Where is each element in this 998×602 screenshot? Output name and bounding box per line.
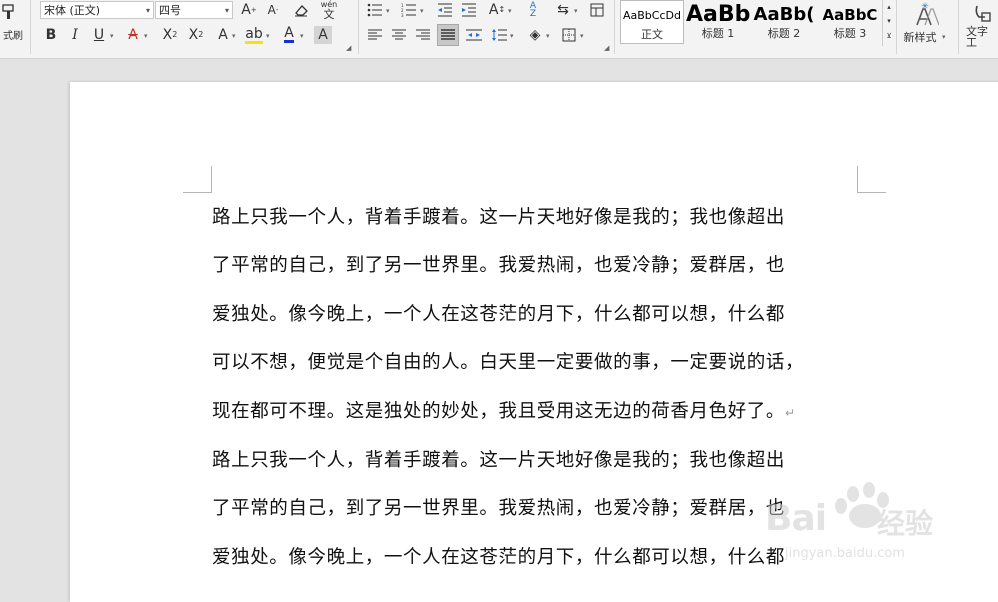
font-size-select[interactable]: 四号 ▾ — [155, 1, 233, 19]
style-normal[interactable]: AaBbCcDd 正文 — [620, 0, 684, 44]
text-line-with-mark[interactable]: 现在都可不理。这是独处的妙处，我且受用这无边的荷香月色好了。↵ — [212, 400, 796, 425]
borders-icon[interactable] — [560, 26, 578, 44]
superscript-icon[interactable]: X2 — [160, 26, 180, 44]
underline-icon[interactable]: U — [90, 26, 108, 44]
chevron-down-icon[interactable]: ▾ — [266, 32, 270, 40]
text-line[interactable]: 现在都可不理。这是独处的妙处，我且受用这无边的荷香月色好了。 — [212, 401, 785, 422]
chevron-down-icon[interactable]: ▾ — [510, 32, 514, 40]
show-marks-icon[interactable] — [588, 1, 606, 19]
chevron-down-icon[interactable]: ▾ — [386, 7, 390, 15]
chevron-down-icon[interactable]: ▾ — [300, 32, 304, 40]
subscript-icon[interactable]: X2 — [186, 26, 206, 44]
line-spacing-icon[interactable] — [490, 26, 508, 44]
style-heading-2[interactable]: AaBb( 标题 2 — [752, 0, 816, 44]
dialog-launcher-icon[interactable]: ◢ — [604, 44, 609, 52]
separator — [30, 0, 31, 54]
font-name-select[interactable]: 宋体 (正文) ▾ — [40, 1, 154, 19]
styles-gallery: AaBbCcDd 正文 AaBb 标题 1 AaBb( 标题 2 AaBbC 标… — [620, 0, 882, 46]
new-style-label[interactable]: 新样式 — [900, 30, 940, 44]
crop-mark-right — [857, 166, 886, 193]
grow-font-icon[interactable]: A + — [240, 1, 258, 19]
separator — [958, 0, 959, 54]
align-center-icon[interactable] — [390, 26, 408, 44]
format-painter-icon[interactable] — [0, 2, 18, 22]
svg-text:3: 3 — [401, 13, 404, 17]
char-shading-icon[interactable]: A — [314, 26, 332, 44]
paragraph-mark-icon: ↵ — [785, 406, 796, 420]
chevron-down-icon[interactable]: ▾ — [110, 32, 114, 40]
crop-mark-left — [183, 166, 212, 193]
watermark-cn: 经验 — [877, 507, 934, 540]
text-line[interactable]: 了平常的自己，到了另一世界里。我爱热闹，也爱冷静；爱群居，也 — [212, 497, 785, 521]
bullet-list-icon[interactable] — [366, 1, 384, 19]
style-heading-3[interactable]: AaBbC 标题 3 — [818, 0, 882, 44]
text-line[interactable]: 路上只我一个人，背着手踱着。这一片天地好像是我的；我也像超出 — [212, 449, 785, 473]
style-preview: AaBb — [686, 2, 750, 27]
font-name-value: 宋体 (正文) — [44, 4, 101, 17]
justify-icon[interactable] — [437, 24, 459, 46]
numbered-list-icon[interactable]: 123 — [400, 1, 418, 19]
watermark-sub: jingyan.baidu.com — [785, 546, 905, 561]
text-line[interactable]: 路上只我一个人，背着手踱着。这一片天地好像是我的；我也像超出 — [212, 206, 785, 230]
phonetic-guide-icon[interactable]: wén 文 — [318, 0, 340, 20]
shading-icon[interactable]: ◈ — [526, 26, 544, 44]
text-effect-icon[interactable]: A — [214, 26, 232, 44]
italic-icon[interactable]: I — [66, 26, 84, 44]
chevron-down-icon: ▾ — [224, 6, 229, 15]
align-right-icon[interactable] — [414, 26, 432, 44]
align-left-icon[interactable] — [366, 26, 384, 44]
font-color-icon[interactable]: A — [280, 26, 298, 44]
separator — [896, 0, 897, 54]
ribbon-toolbar: 式刷 宋体 (正文) ▾ 四号 ▾ A + A- wén 文 B I U ▾ A … — [0, 0, 998, 59]
chevron-down-icon[interactable]: ▾ — [580, 32, 584, 40]
separator — [358, 0, 359, 54]
text-line[interactable]: 了平常的自己，到了另一世界里。我爱热闹，也爱冷静；爱群居，也 — [212, 254, 785, 278]
shrink-font-icon[interactable]: A- — [264, 1, 282, 19]
separator — [614, 0, 615, 54]
dialog-launcher-icon[interactable]: ◢ — [346, 44, 351, 52]
style-preview: AaBbC — [822, 6, 878, 24]
style-preview: AaBb( — [753, 4, 815, 25]
bold-icon[interactable]: B — [42, 26, 60, 44]
watermark-brand: Bai — [765, 498, 827, 539]
watermark: Bai 经验 jingyan.baidu.com — [765, 480, 995, 580]
style-name: 标题 3 — [833, 27, 867, 40]
chevron-down-icon[interactable]: ▾ — [144, 32, 148, 40]
chevron-down-icon: ▾ — [145, 6, 150, 15]
chevron-down-icon[interactable]: ▾ — [420, 7, 424, 15]
chevron-down-icon[interactable]: ▾ — [574, 7, 578, 15]
text-direction-icon[interactable]: A ↕ — [488, 1, 506, 19]
more-styles-icon[interactable]: ⊻ — [884, 30, 894, 42]
text-tool-label[interactable]: 文字工 — [966, 26, 998, 48]
increase-indent-icon[interactable] — [460, 1, 478, 19]
style-name: 标题 1 — [701, 27, 735, 40]
font-size-value: 四号 — [159, 4, 181, 17]
style-name: 标题 2 — [767, 27, 801, 40]
chevron-down-icon[interactable]: ▾ — [546, 32, 550, 40]
style-name: 正文 — [641, 28, 663, 41]
decrease-indent-icon[interactable] — [436, 1, 454, 19]
chevron-down-icon[interactable]: ▾ — [942, 33, 946, 41]
styles-scroll: ▴ ▾ ⊻ — [882, 0, 895, 46]
line-spacing-swap-icon[interactable]: ⇆ — [554, 1, 572, 19]
chevron-down-icon[interactable]: ▾ — [508, 7, 512, 15]
scroll-down-icon[interactable]: ▾ — [884, 15, 894, 27]
distributed-align-icon[interactable] — [464, 26, 484, 44]
chevron-down-icon[interactable]: ▾ — [232, 32, 236, 40]
text-line[interactable]: 爱独处。像今晚上，一个人在这苍茫的月下，什么都可以想，什么都 — [212, 546, 785, 570]
text-tool-icon[interactable] — [968, 0, 998, 26]
strikethrough-icon[interactable]: A — [124, 26, 142, 44]
sort-icon[interactable]: AZ — [524, 1, 542, 19]
text-line[interactable]: 可以不想，便觉是个自由的人。白天里一定要做的事，一定要说的话， — [212, 351, 804, 375]
clear-format-icon[interactable] — [292, 1, 310, 19]
highlight-icon[interactable]: ab — [244, 26, 264, 44]
format-painter-label[interactable]: 式刷 — [0, 30, 26, 44]
scroll-up-icon[interactable]: ▴ — [884, 1, 894, 13]
text-line[interactable]: 爱独处。像今晚上，一个人在这苍茫的月下，什么都可以想，什么都 — [212, 303, 785, 327]
phonetic-char: 文 — [323, 7, 335, 21]
new-style-icon[interactable]: ✳ — [908, 0, 942, 28]
style-preview: AaBbCcDd — [623, 9, 681, 22]
style-heading-1[interactable]: AaBb 标题 1 — [686, 0, 750, 44]
